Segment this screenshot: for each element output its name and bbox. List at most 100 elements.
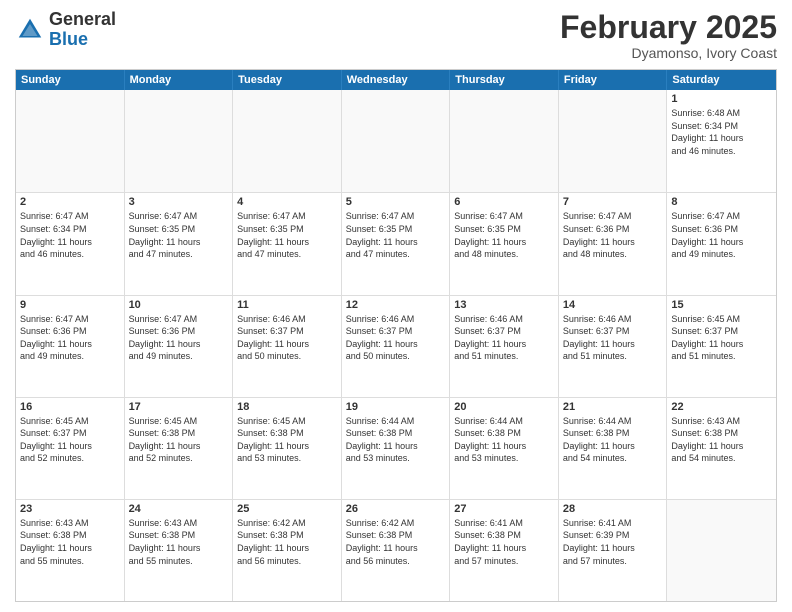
calendar-row: 16 Sunrise: 6:45 AM Sunset: 6:37 PM Dayli…: [16, 397, 776, 499]
calendar-cell: [233, 90, 342, 192]
day-info: Sunrise: 6:47 AM Sunset: 6:36 PM Dayligh…: [129, 313, 229, 363]
day-number: 28: [563, 503, 663, 515]
weekday-header-monday: Monday: [125, 70, 234, 90]
day-info: Sunrise: 6:46 AM Sunset: 6:37 PM Dayligh…: [454, 313, 554, 363]
calendar: SundayMondayTuesdayWednesdayThursdayFrid…: [15, 69, 777, 602]
calendar-cell: 20 Sunrise: 6:44 AM Sunset: 6:38 PM Dayli…: [450, 398, 559, 499]
calendar-cell: 3 Sunrise: 6:47 AM Sunset: 6:35 PM Daylig…: [125, 193, 234, 294]
calendar-cell: 4 Sunrise: 6:47 AM Sunset: 6:35 PM Daylig…: [233, 193, 342, 294]
day-info: Sunrise: 6:46 AM Sunset: 6:37 PM Dayligh…: [237, 313, 337, 363]
calendar-cell: 19 Sunrise: 6:44 AM Sunset: 6:38 PM Dayli…: [342, 398, 451, 499]
calendar-cell: 22 Sunrise: 6:43 AM Sunset: 6:38 PM Dayli…: [667, 398, 776, 499]
day-info: Sunrise: 6:47 AM Sunset: 6:36 PM Dayligh…: [563, 210, 663, 260]
day-info: Sunrise: 6:44 AM Sunset: 6:38 PM Dayligh…: [454, 415, 554, 465]
calendar-cell: 10Sunrise: 6:47 AM Sunset: 6:36 PM Dayli…: [125, 296, 234, 397]
day-number: 20: [454, 401, 554, 413]
day-number: 6: [454, 196, 554, 208]
weekday-header-thursday: Thursday: [450, 70, 559, 90]
calendar-cell: [125, 90, 234, 192]
calendar-cell: 2 Sunrise: 6:47 AM Sunset: 6:34 PM Daylig…: [16, 193, 125, 294]
day-number: 17: [129, 401, 229, 413]
day-info: Sunrise: 6:41 AM Sunset: 6:38 PM Dayligh…: [454, 517, 554, 567]
day-info: Sunrise: 6:47 AM Sunset: 6:35 PM Dayligh…: [346, 210, 446, 260]
day-number: 22: [671, 401, 772, 413]
day-info: Sunrise: 6:41 AM Sunset: 6:39 PM Dayligh…: [563, 517, 663, 567]
calendar-cell: 9Sunrise: 6:47 AM Sunset: 6:36 PM Daylig…: [16, 296, 125, 397]
day-number: 23: [20, 503, 120, 515]
logo-text: General Blue: [49, 10, 116, 50]
day-number: 25: [237, 503, 337, 515]
day-number: 16: [20, 401, 120, 413]
calendar-cell: 5 Sunrise: 6:47 AM Sunset: 6:35 PM Daylig…: [342, 193, 451, 294]
calendar-cell: 27 Sunrise: 6:41 AM Sunset: 6:38 PM Dayli…: [450, 500, 559, 601]
day-number: 3: [129, 196, 229, 208]
day-info: Sunrise: 6:44 AM Sunset: 6:38 PM Dayligh…: [563, 415, 663, 465]
day-number: 13: [454, 299, 554, 311]
logo-blue: Blue: [49, 29, 88, 49]
day-number: 7: [563, 196, 663, 208]
day-info: Sunrise: 6:42 AM Sunset: 6:38 PM Dayligh…: [346, 517, 446, 567]
calendar-row: 2 Sunrise: 6:47 AM Sunset: 6:34 PM Daylig…: [16, 192, 776, 294]
day-number: 5: [346, 196, 446, 208]
day-info: Sunrise: 6:43 AM Sunset: 6:38 PM Dayligh…: [671, 415, 772, 465]
calendar-cell: 18 Sunrise: 6:45 AM Sunset: 6:38 PM Dayli…: [233, 398, 342, 499]
day-info: Sunrise: 6:46 AM Sunset: 6:37 PM Dayligh…: [346, 313, 446, 363]
day-number: 1: [671, 93, 772, 105]
calendar-cell: [450, 90, 559, 192]
day-number: 26: [346, 503, 446, 515]
month-title: February 2025: [560, 10, 777, 45]
day-info: Sunrise: 6:47 AM Sunset: 6:35 PM Dayligh…: [129, 210, 229, 260]
location: Dyamonso, Ivory Coast: [560, 45, 777, 61]
day-info: Sunrise: 6:45 AM Sunset: 6:38 PM Dayligh…: [129, 415, 229, 465]
day-number: 14: [563, 299, 663, 311]
day-info: Sunrise: 6:47 AM Sunset: 6:36 PM Dayligh…: [671, 210, 772, 260]
calendar-cell: 17 Sunrise: 6:45 AM Sunset: 6:38 PM Dayli…: [125, 398, 234, 499]
day-info: Sunrise: 6:45 AM Sunset: 6:37 PM Dayligh…: [20, 415, 120, 465]
day-info: Sunrise: 6:45 AM Sunset: 6:37 PM Dayligh…: [671, 313, 772, 363]
day-number: 8: [671, 196, 772, 208]
header: General Blue February 2025 Dyamonso, Ivo…: [15, 10, 777, 61]
day-info: Sunrise: 6:45 AM Sunset: 6:38 PM Dayligh…: [237, 415, 337, 465]
day-number: 27: [454, 503, 554, 515]
calendar-cell: [667, 500, 776, 601]
calendar-cell: 25Sunrise: 6:42 AM Sunset: 6:38 PM Dayli…: [233, 500, 342, 601]
calendar-cell: 8 Sunrise: 6:47 AM Sunset: 6:36 PM Daylig…: [667, 193, 776, 294]
calendar-cell: 28 Sunrise: 6:41 AM Sunset: 6:39 PM Dayli…: [559, 500, 668, 601]
calendar-cell: 7 Sunrise: 6:47 AM Sunset: 6:36 PM Daylig…: [559, 193, 668, 294]
day-info: Sunrise: 6:48 AM Sunset: 6:34 PM Dayligh…: [671, 107, 772, 157]
calendar-cell: 13 Sunrise: 6:46 AM Sunset: 6:37 PM Dayli…: [450, 296, 559, 397]
day-info: Sunrise: 6:47 AM Sunset: 6:36 PM Dayligh…: [20, 313, 120, 363]
day-info: Sunrise: 6:47 AM Sunset: 6:35 PM Dayligh…: [237, 210, 337, 260]
calendar-cell: 14 Sunrise: 6:46 AM Sunset: 6:37 PM Dayli…: [559, 296, 668, 397]
day-number: 24: [129, 503, 229, 515]
weekday-header-tuesday: Tuesday: [233, 70, 342, 90]
day-info: Sunrise: 6:47 AM Sunset: 6:34 PM Dayligh…: [20, 210, 120, 260]
day-number: 19: [346, 401, 446, 413]
calendar-header: SundayMondayTuesdayWednesdayThursdayFrid…: [16, 70, 776, 90]
day-number: 12: [346, 299, 446, 311]
day-info: Sunrise: 6:46 AM Sunset: 6:37 PM Dayligh…: [563, 313, 663, 363]
day-number: 18: [237, 401, 337, 413]
day-number: 21: [563, 401, 663, 413]
title-area: February 2025 Dyamonso, Ivory Coast: [560, 10, 777, 61]
calendar-cell: [559, 90, 668, 192]
calendar-body: 1 Sunrise: 6:48 AM Sunset: 6:34 PM Daylig…: [16, 90, 776, 601]
day-info: Sunrise: 6:43 AM Sunset: 6:38 PM Dayligh…: [129, 517, 229, 567]
day-info: Sunrise: 6:43 AM Sunset: 6:38 PM Dayligh…: [20, 517, 120, 567]
weekday-header-saturday: Saturday: [667, 70, 776, 90]
calendar-cell: 15 Sunrise: 6:45 AM Sunset: 6:37 PM Dayli…: [667, 296, 776, 397]
day-number: 11: [237, 299, 337, 311]
day-number: 4: [237, 196, 337, 208]
calendar-cell: 1 Sunrise: 6:48 AM Sunset: 6:34 PM Daylig…: [667, 90, 776, 192]
calendar-cell: [16, 90, 125, 192]
calendar-cell: 21 Sunrise: 6:44 AM Sunset: 6:38 PM Dayli…: [559, 398, 668, 499]
day-number: 15: [671, 299, 772, 311]
logo: General Blue: [15, 10, 116, 50]
calendar-cell: 6Sunrise: 6:47 AM Sunset: 6:35 PM Daylig…: [450, 193, 559, 294]
calendar-cell: 26 Sunrise: 6:42 AM Sunset: 6:38 PM Dayli…: [342, 500, 451, 601]
calendar-cell: 23 Sunrise: 6:43 AM Sunset: 6:38 PM Dayli…: [16, 500, 125, 601]
calendar-row: 9Sunrise: 6:47 AM Sunset: 6:36 PM Daylig…: [16, 295, 776, 397]
calendar-cell: 16 Sunrise: 6:45 AM Sunset: 6:37 PM Dayli…: [16, 398, 125, 499]
day-number: 2: [20, 196, 120, 208]
day-info: Sunrise: 6:44 AM Sunset: 6:38 PM Dayligh…: [346, 415, 446, 465]
